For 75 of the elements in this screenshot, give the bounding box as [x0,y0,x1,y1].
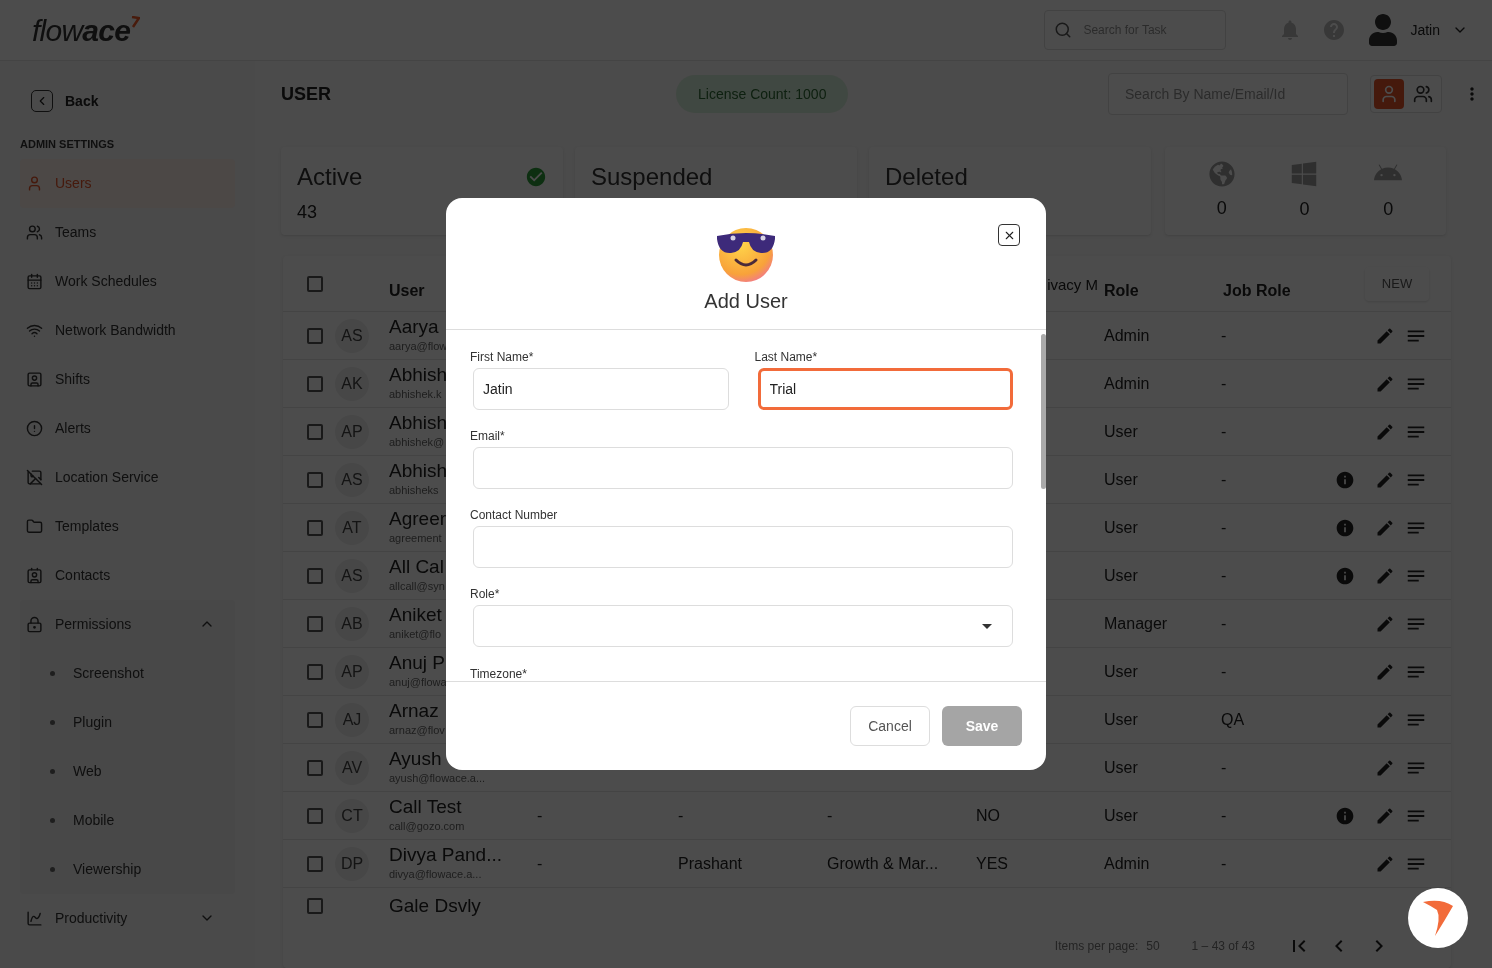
role-select[interactable] [473,605,1013,647]
user-name: Abhish [389,364,448,387]
platform-count: 0 [1299,197,1310,221]
status-count: 43 [297,201,319,225]
field-label: Last Name* [754,350,819,364]
status-label: Deleted [885,162,968,193]
table-cell: - [827,806,833,824]
user-name: Agreer [389,508,447,531]
table-cell: - [1221,470,1227,488]
save-button: Save [942,706,1022,746]
table-cell: - [1221,326,1227,344]
user-name: Aarya [389,316,439,339]
table-cell: - [1221,854,1227,872]
field-label: Email* [470,429,506,443]
platform-count: 0 [1383,197,1394,221]
table-cell: Admin [1104,374,1150,392]
user-name: Abhish [389,460,448,483]
table-cell: YES [976,854,1008,872]
swoosh-icon [1421,898,1455,938]
platform-count: 0 [1216,196,1227,220]
input-field[interactable] [473,526,1013,568]
user-name: All Cal [389,556,444,579]
table-cell: - [537,854,543,872]
column-header: ivacy M [1046,275,1098,296]
cancel-button[interactable]: Cancel [850,706,930,746]
table-cell: User [1104,710,1138,728]
table-cell: - [1221,758,1227,776]
user-name: Abhish [389,412,448,435]
user-name: Gale Dsvly [389,895,481,917]
table-cell: User [1104,758,1138,776]
dialog-title: Add User [704,289,788,314]
table-cell: User [1104,566,1138,584]
column-header: User [388,280,426,301]
table-cell: - [1221,662,1227,680]
table-cell: User [1104,518,1138,536]
table-cell: - [1221,566,1227,584]
table-cell: - [1221,374,1227,392]
user-name: Anuj P [389,652,445,675]
table-cell: NO [976,806,1000,824]
column-header: Job Role [1222,280,1292,301]
status-label: Active [297,162,363,193]
column-header: Role [1103,280,1140,301]
table-cell: Prashant [678,854,743,872]
table-cell: User [1104,422,1138,440]
user-name: Ayush [389,748,442,771]
close-button[interactable] [998,224,1020,246]
field-label: Role* [470,587,501,601]
table-cell: Admin [1104,854,1150,872]
table-cell: QA [1221,710,1245,728]
table-cell: - [1221,422,1227,440]
table-cell: - [1221,614,1227,632]
field-label: First Name* [470,350,535,364]
table-cell: User [1104,806,1138,824]
caret-icon [982,623,992,629]
status-label: Suspended [591,162,713,193]
field-label: Timezone* [470,667,527,681]
table-cell: - [537,806,543,824]
table-cell: User [1104,662,1138,680]
user-name: Divya Pand... [389,844,502,867]
table-cell: Manager [1104,614,1168,632]
user-name: Call Test [389,796,462,819]
user-name: Arnaz [389,700,439,723]
page-title: USER [281,82,332,106]
table-cell: User [1104,470,1138,488]
table-cell: Admin [1104,326,1150,344]
input-field[interactable]: Jatin [473,368,729,410]
table-cell: - [678,806,684,824]
input-field[interactable]: Trial [757,368,1013,410]
table-cell: - [1221,806,1227,824]
input-field[interactable] [473,447,1013,489]
user-name: Aniket [389,604,442,627]
section-heading: ADMIN SETTINGS [20,137,116,152]
field-label: Contact Number [470,508,559,522]
table-cell: Growth & Mar... [827,854,939,872]
table-cell: - [1221,518,1227,536]
